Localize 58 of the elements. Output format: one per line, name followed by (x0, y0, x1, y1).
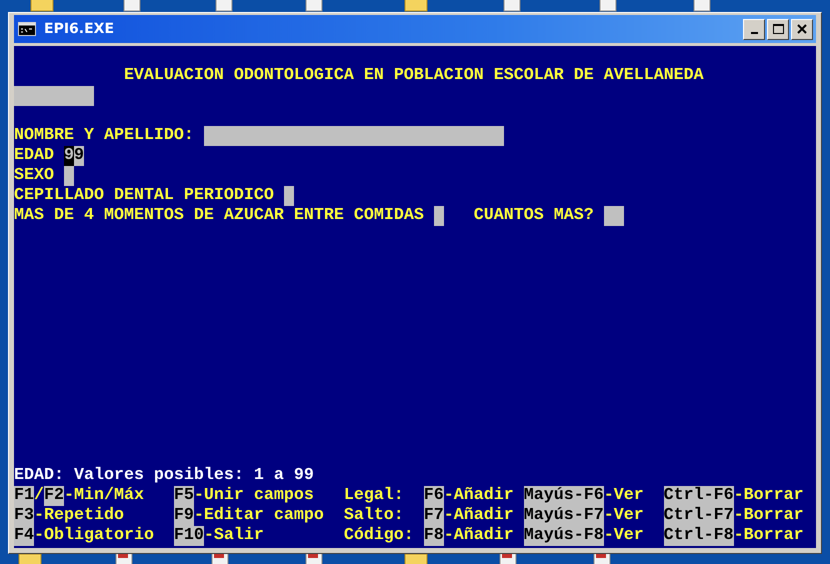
key-label: F8 (424, 526, 444, 546)
key-description: / (34, 486, 44, 506)
key-description: -Borrar (734, 506, 804, 526)
key-label: Mayús-F8 (524, 526, 604, 546)
key-label: Ctrl-F7 (664, 506, 734, 526)
close-icon (796, 23, 808, 35)
field-label: NOMBRE Y APELLIDO: (14, 126, 194, 146)
key-label: Ctrl-F8 (664, 526, 734, 546)
minimize-icon (750, 32, 758, 34)
key-label: Ctrl-F6 (664, 486, 734, 506)
key-description: -Unir campos (194, 486, 314, 506)
key-label: F1 (14, 486, 34, 506)
key-label: F5 (174, 486, 194, 506)
minimize-button[interactable] (743, 18, 765, 40)
input-field[interactable] (604, 206, 624, 226)
key-label: F7 (424, 506, 444, 526)
input-field[interactable]: 99 (64, 146, 84, 166)
key-label: F4 (14, 526, 34, 546)
key-description: -Añadir (444, 506, 514, 526)
input-field[interactable] (434, 206, 444, 226)
maximize-icon (772, 23, 784, 35)
input-field[interactable] (204, 126, 504, 146)
key-label: F9 (174, 506, 194, 526)
field-label: MAS DE 4 MOMENTOS DE AZUCAR ENTRE COMIDAS (14, 206, 424, 226)
field-label: CUANTOS MAS? (474, 206, 594, 226)
key-description: Código: (344, 526, 414, 546)
hint-text: EDAD: Valores posibles: 1 a 99 (14, 466, 314, 486)
key-description: -Obligatorio (34, 526, 154, 546)
key-label: Mayús-F6 (524, 486, 604, 506)
key-description: -Ver (604, 526, 644, 546)
key-description: Legal: (344, 486, 404, 506)
key-description: -Editar campo (194, 506, 324, 526)
key-description: -Borrar (734, 526, 804, 546)
key-description: -Min/Máx (64, 486, 144, 506)
field-label: EDAD (14, 146, 54, 166)
maximize-button[interactable] (767, 18, 789, 40)
input-field[interactable] (14, 86, 94, 106)
key-label: F10 (174, 526, 204, 546)
window-title: EPI6.EXE (44, 21, 116, 37)
screen-heading: EVALUACION ODONTOLOGICA EN POBLACION ESCOLAR DE AVELLANEDA (122, 66, 704, 86)
key-label: Mayús-F7 (524, 506, 604, 526)
key-label: F3 (14, 506, 34, 526)
key-description: -Salir (204, 526, 264, 546)
key-description: -Añadir (444, 526, 514, 546)
key-description: -Ver (604, 506, 644, 526)
field-label: SEXO (14, 166, 54, 186)
key-label: F2 (44, 486, 64, 506)
close-button[interactable] (791, 18, 813, 40)
key-description: -Repetido (34, 506, 124, 526)
key-description: -Ver (604, 486, 644, 506)
input-field[interactable] (64, 166, 74, 186)
key-description: -Borrar (734, 486, 804, 506)
field-label: CEPILLADO DENTAL PERIODICO (14, 186, 274, 206)
key-label: F6 (424, 486, 444, 506)
input-field[interactable] (284, 186, 294, 206)
console-icon (18, 22, 36, 36)
key-description: Salto: (344, 506, 404, 526)
key-description: -Añadir (444, 486, 514, 506)
